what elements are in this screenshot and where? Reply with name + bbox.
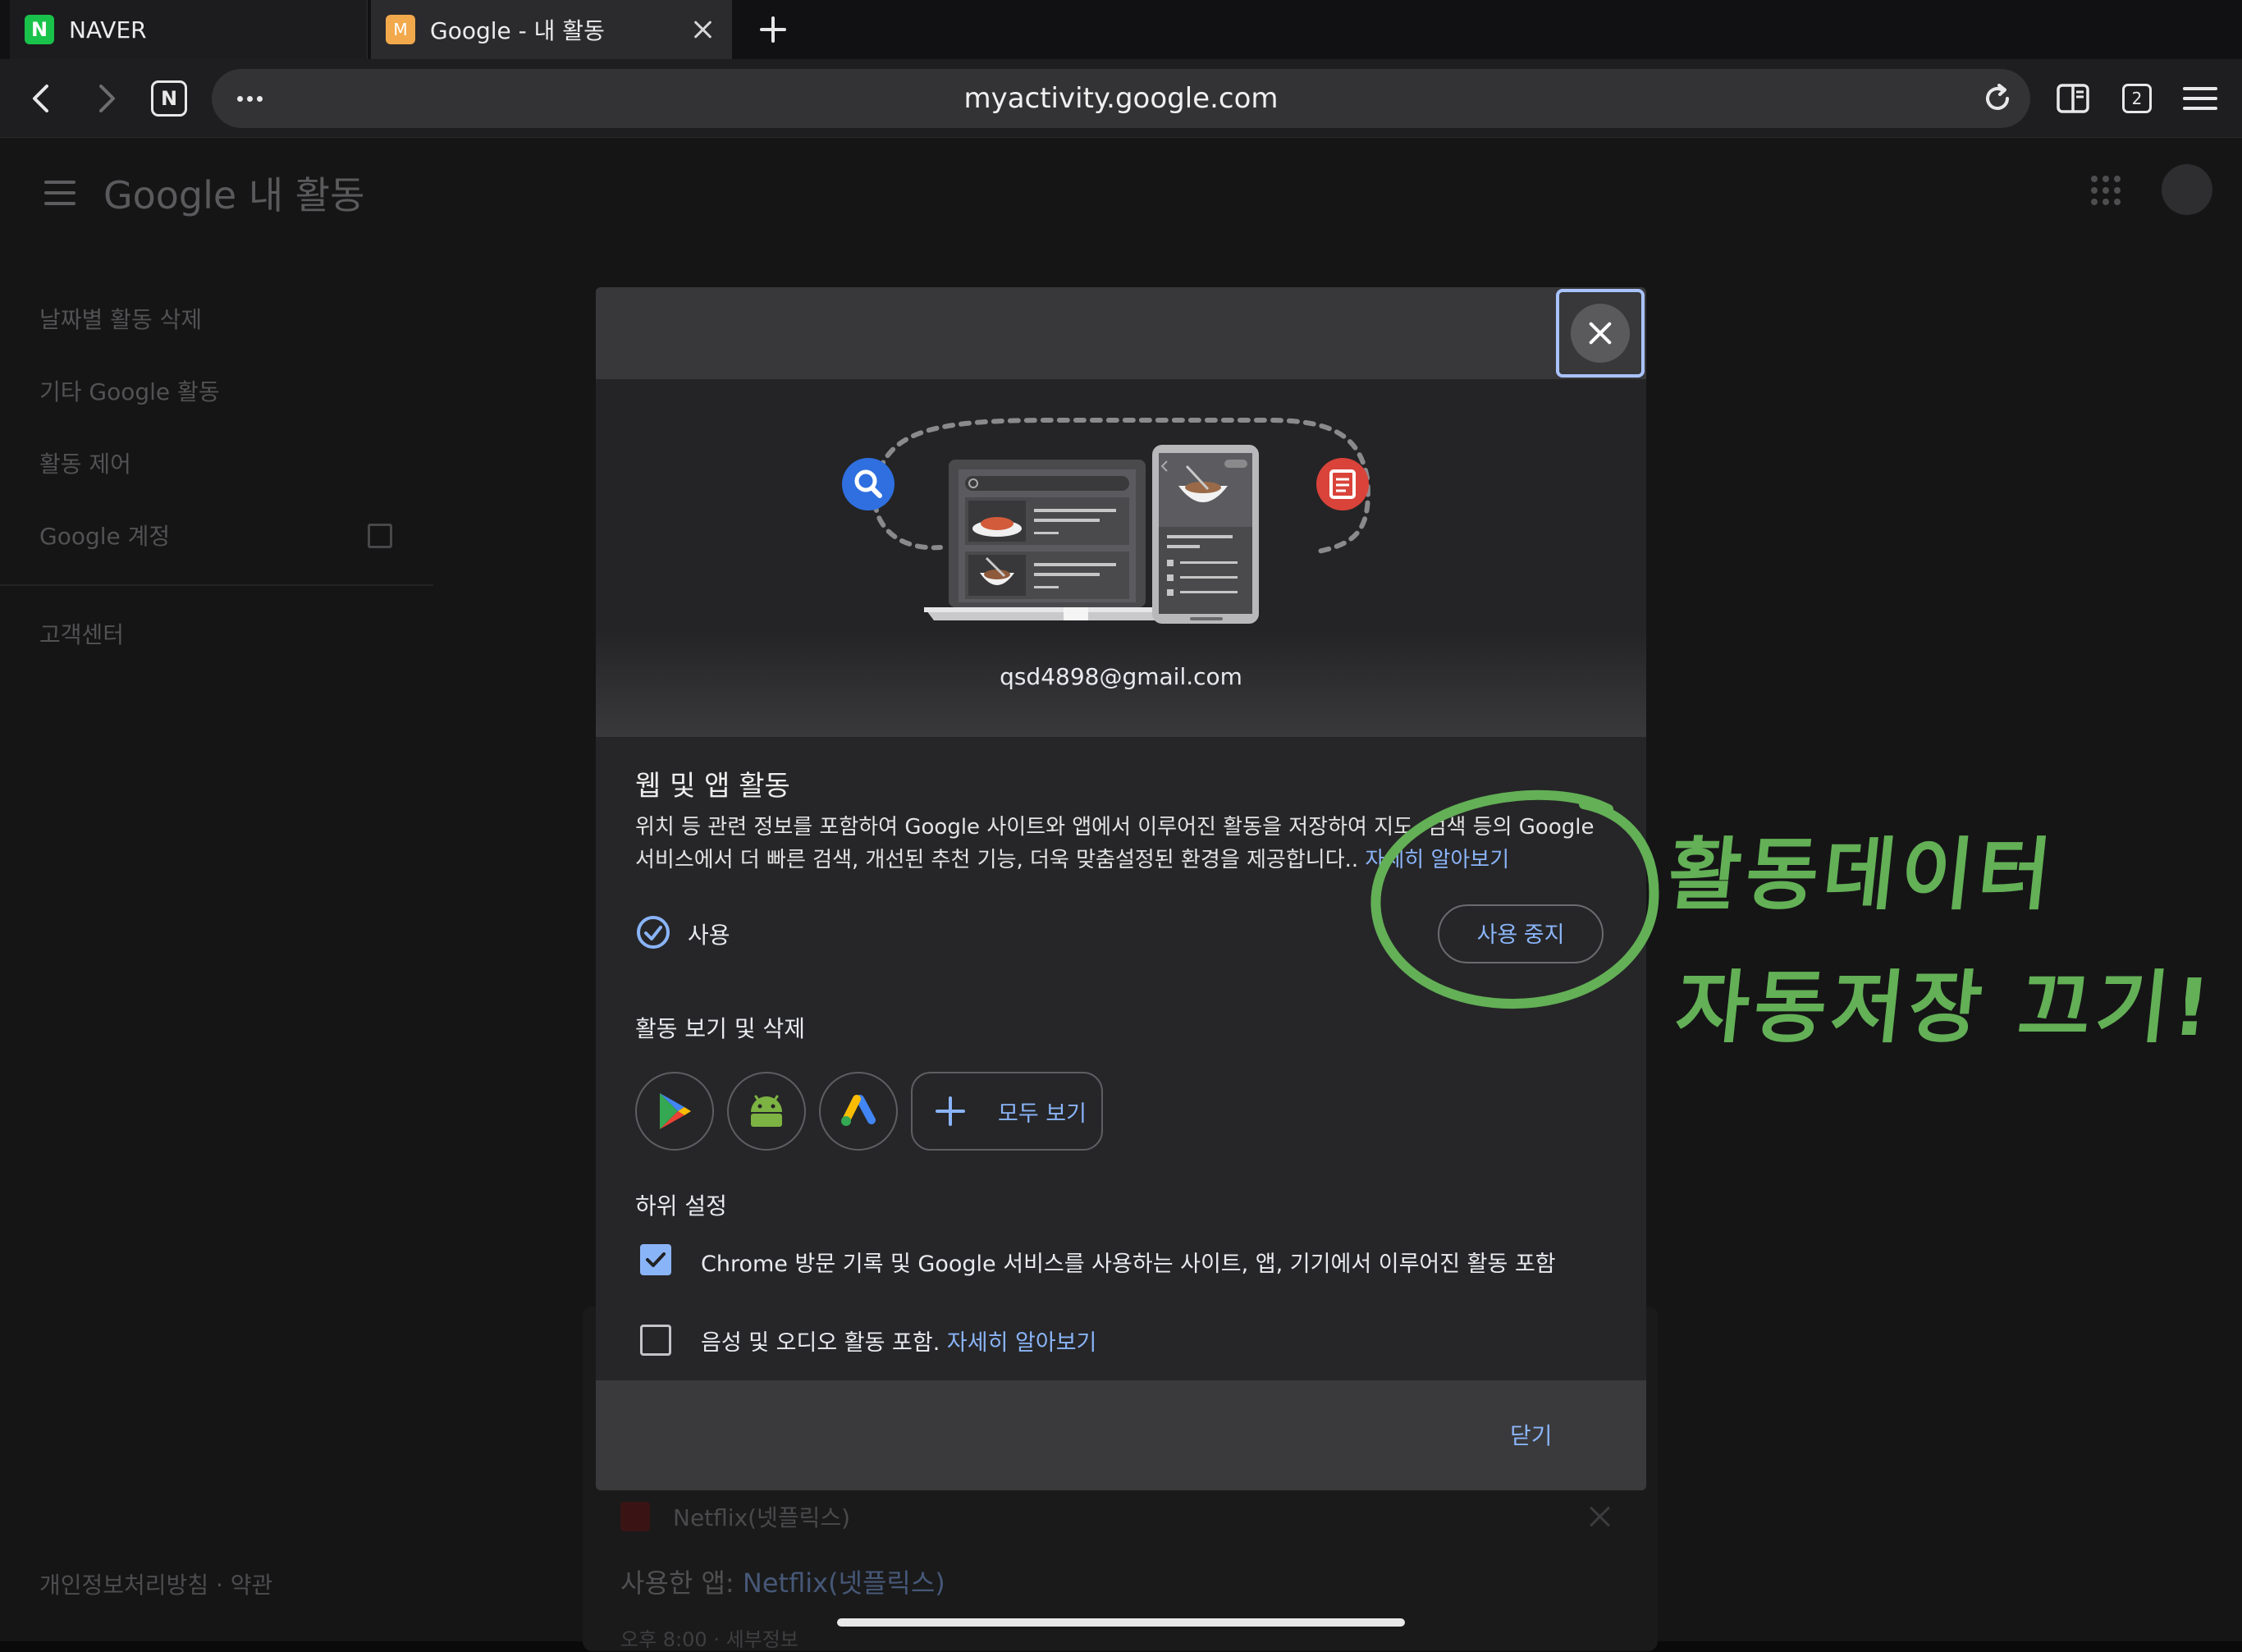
split-view-icon[interactable] [2053, 79, 2093, 118]
tab-bar: N NAVER M Google - 내 활동 [0, 0, 2242, 59]
dialog-top-bar [596, 287, 1646, 379]
close-icon [1587, 1503, 1613, 1530]
hamburger-menu-icon[interactable] [2180, 79, 2219, 118]
footer-links: 개인정보처리방침 · 약관 [39, 1572, 273, 1599]
tab-title: Google - 내 활동 [430, 17, 605, 44]
android-chip[interactable] [727, 1072, 806, 1151]
tab-count: 2 [2122, 84, 2152, 113]
nav-item-activity-controls: 활동 제어 [39, 451, 131, 478]
nav-item-google-account: Google 계정 [39, 523, 171, 550]
annotation-line-2: 자동저장 끄기! [1672, 962, 2220, 1054]
naver-home-icon[interactable]: N [151, 80, 187, 117]
nav-item-other-activity: 기타 Google 활동 [39, 378, 220, 405]
tab-count-icon[interactable]: 2 [2117, 79, 2157, 118]
tab-close-icon[interactable] [689, 16, 716, 43]
menu-icon [44, 181, 75, 205]
google-play-icon [660, 1093, 691, 1129]
annotation-line-1: 활동데이터 [1663, 829, 2061, 921]
annotation-circle [1370, 789, 1659, 1009]
activity-app-name: Netflix(넷플릭스) [673, 1504, 851, 1531]
google-ads-chip[interactable] [819, 1072, 898, 1151]
account-email: qsd4898@gmail.com [1000, 663, 1242, 690]
google-play-chip[interactable] [635, 1072, 714, 1151]
audio-activity-checkbox[interactable] [640, 1325, 671, 1356]
used-app-line: 사용한 앱: Netflix(넷플릭스) [620, 1567, 945, 1599]
checkmark-icon [646, 1252, 666, 1267]
audio-activity-label: 음성 및 오디오 활동 포함. 자세히 알아보기 [701, 1330, 1097, 1356]
nav-divider [0, 584, 433, 586]
naver-favicon-icon: N [25, 15, 54, 44]
tab-title: NAVER [69, 16, 147, 43]
see-all-label: 모두 보기 [998, 1101, 1087, 1127]
see-all-button[interactable]: 모두 보기 [911, 1072, 1103, 1151]
nav-item-help-center: 고객센터 [39, 621, 125, 648]
activity-time: 오후 8:00 · 세부정보 [620, 1628, 798, 1651]
chrome-history-checkbox[interactable] [640, 1244, 671, 1275]
address-bar[interactable]: myactivity.google.com [212, 69, 2030, 128]
tab-naver[interactable]: N NAVER [10, 0, 368, 59]
forward-arrow-icon[interactable] [85, 77, 128, 120]
page-logo: Google 내 활동 [103, 173, 365, 217]
reload-icon[interactable] [1979, 80, 2016, 117]
plus-icon [936, 1096, 965, 1126]
dialog-close-button[interactable] [1556, 289, 1645, 378]
close-icon [1571, 304, 1630, 363]
external-link-icon [368, 524, 392, 548]
more-dots-icon[interactable] [228, 82, 271, 115]
android-icon [751, 1095, 782, 1127]
google-apps-icon [2091, 176, 2121, 205]
view-delete-title: 활동 보기 및 삭제 [635, 1015, 806, 1042]
chrome-history-label: Chrome 방문 기록 및 Google 서비스를 사용하는 사이트, 앱, … [701, 1252, 1556, 1277]
nav-item-delete-by-date: 날짜별 활동 삭제 [39, 306, 203, 333]
google-ads-icon [841, 1095, 876, 1126]
browser-toolbar: N myactivity.google.com 2 [0, 59, 2242, 138]
audio-learn-more-link[interactable]: 자세히 알아보기 [947, 1330, 1096, 1356]
my-activity-favicon-icon: M [386, 15, 415, 44]
tab-google-my-activity[interactable]: M Google - 내 활동 [371, 0, 732, 59]
back-arrow-icon[interactable] [20, 77, 62, 120]
close-button[interactable]: 닫기 [1510, 1418, 1553, 1451]
dialog-title: 웹 및 앱 활동 [635, 770, 790, 803]
devices-illustration [842, 418, 1370, 624]
hero-illustration-area: qsd4898@gmail.com [596, 379, 1646, 737]
home-indicator [837, 1618, 1405, 1627]
dialog-footer: 닫기 [596, 1380, 1646, 1490]
status-label: 사용 [688, 922, 730, 949]
url-text[interactable]: myactivity.google.com [212, 69, 2030, 128]
subsettings-title: 하위 설정 [635, 1192, 727, 1220]
check-circle-icon [637, 916, 670, 949]
new-tab-plus-icon[interactable] [757, 13, 789, 46]
avatar [2162, 164, 2212, 215]
netflix-icon [620, 1502, 650, 1531]
